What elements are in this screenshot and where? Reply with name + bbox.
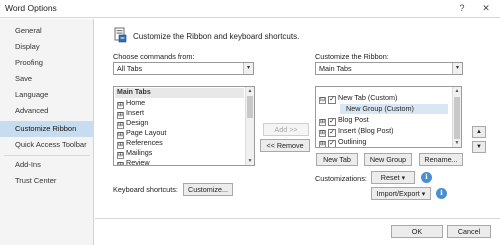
list-item[interactable]: ⊞ Review	[117, 158, 150, 165]
customize-ribbon-value: Main Tabs	[319, 64, 352, 73]
choose-commands-value: All Tabs	[117, 64, 143, 73]
commands-list-scrollbar[interactable]: ▲ ▼	[245, 87, 254, 165]
sidebar-item-advanced[interactable]: Advanced	[0, 103, 94, 119]
list-item[interactable]: ⊞ Page Layout	[117, 128, 166, 139]
remove-button[interactable]: << Remove	[260, 139, 310, 152]
customize-ribbon-dropdown[interactable]: Main Tabs ▾	[315, 62, 463, 75]
rename-button[interactable]: Rename...	[419, 153, 463, 166]
options-sidebar: General Display Proofing Save Language A…	[0, 19, 94, 245]
scroll-down-icon[interactable]: ▼	[246, 157, 254, 165]
scroll-down-icon[interactable]: ▼	[453, 139, 461, 147]
sidebar-item-proofing[interactable]: Proofing	[0, 55, 94, 71]
reset-button[interactable]: Reset ▾	[371, 171, 415, 184]
sidebar-item-save[interactable]: Save	[0, 71, 94, 87]
choose-commands-dropdown[interactable]: All Tabs ▾	[113, 62, 254, 75]
list-item[interactable]: ⊞ ✓ Insert (Blog Post)	[319, 126, 394, 137]
expand-icon[interactable]: ⊞	[117, 162, 124, 165]
sidebar-item-trust-center[interactable]: Trust Center	[0, 173, 94, 189]
move-down-button[interactable]: ▼	[472, 141, 486, 153]
collapse-icon[interactable]: ⊟	[319, 97, 326, 104]
checkbox-checked-icon[interactable]: ✓	[328, 129, 336, 137]
cancel-button[interactable]: Cancel	[447, 225, 491, 238]
expand-icon[interactable]: ⊞	[319, 141, 326, 147]
scroll-thumb[interactable]	[247, 96, 253, 118]
help-icon[interactable]: ?	[455, 1, 469, 15]
add-button[interactable]: Add >>	[263, 123, 309, 136]
expand-icon[interactable]: ⊞	[319, 130, 326, 137]
ribbon-tabs-list[interactable]: ⊟ ✓ New Tab (Custom) New Group (Custom) ⊞ ✓…	[315, 86, 462, 148]
keyboard-shortcuts-label: Keyboard shortcuts:	[113, 185, 178, 194]
sidebar-item-language[interactable]: Language	[0, 87, 94, 103]
header-text: Customize the Ribbon and keyboard shortc…	[133, 32, 300, 41]
chevron-down-icon: ▾	[401, 173, 406, 182]
list-item[interactable]: ⊞ ✓ Blog Post	[319, 115, 369, 126]
list-item[interactable]: ⊞ References	[117, 138, 163, 149]
sidebar-item-quick-access-toolbar[interactable]: Quick Access Toolbar	[0, 137, 94, 153]
info-icon[interactable]: ℹ	[436, 188, 447, 199]
ribbon-tabs-list-scrollbar[interactable]: ▲ ▼	[452, 87, 461, 147]
sidebar-item-add-ins[interactable]: Add-Ins	[0, 157, 94, 173]
sidebar-item-customize-ribbon[interactable]: Customize Ribbon	[0, 121, 94, 137]
list-item[interactable]: ⊞ Mailings	[117, 148, 152, 159]
sidebar-item-display[interactable]: Display	[0, 39, 94, 55]
close-icon[interactable]: ✕	[478, 1, 494, 15]
import-export-button[interactable]: Import/Export ▾	[371, 187, 431, 200]
ok-button[interactable]: OK	[391, 225, 443, 238]
list-item[interactable]: ⊞ Home	[117, 98, 145, 109]
choose-commands-label: Choose commands from:	[113, 52, 195, 61]
commands-list[interactable]: Main Tabs ⊞ Home ⊞ Insert ⊞ Design ⊞ Page La…	[113, 86, 255, 166]
checkbox-checked-icon[interactable]: ✓	[328, 96, 336, 104]
checkbox-checked-icon[interactable]: ✓	[328, 118, 336, 126]
list-item[interactable]: ⊟ ✓ New Tab (Custom)	[319, 93, 397, 104]
list-item-selected[interactable]: New Group (Custom)	[340, 104, 448, 114]
scroll-up-icon[interactable]: ▲	[246, 87, 254, 95]
title-bar: Word Options ? ✕	[0, 0, 500, 18]
chevron-down-icon: ▾	[243, 63, 253, 74]
chevron-down-icon: ▾	[421, 189, 426, 198]
expand-icon[interactable]: ⊞	[319, 119, 326, 126]
scroll-up-icon[interactable]: ▲	[453, 87, 461, 95]
move-up-button[interactable]: ▲	[472, 126, 486, 138]
customizations-label: Customizations:	[315, 174, 367, 183]
list-item[interactable]: ⊞ Insert	[117, 108, 144, 119]
window-title: Word Options	[5, 3, 57, 13]
scroll-thumb[interactable]	[454, 97, 460, 139]
customize-ribbon-icon	[113, 27, 127, 43]
chevron-down-icon: ▾	[452, 63, 462, 74]
customize-ribbon-label: Customize the Ribbon:	[315, 52, 389, 61]
sidebar-item-general[interactable]: General	[0, 23, 94, 39]
checkbox-checked-icon[interactable]: ✓	[328, 140, 336, 147]
commands-list-header: Main Tabs	[115, 88, 244, 98]
list-item[interactable]: ⊞ ✓ Outlining	[319, 137, 366, 147]
new-tab-button[interactable]: New Tab	[316, 153, 358, 166]
customize-shortcuts-button[interactable]: Customize...	[183, 183, 233, 196]
info-icon[interactable]: ℹ	[421, 172, 432, 183]
list-item[interactable]: ⊞ Design	[117, 118, 148, 129]
sidebar-divider	[4, 155, 90, 156]
new-group-button[interactable]: New Group	[364, 153, 412, 166]
